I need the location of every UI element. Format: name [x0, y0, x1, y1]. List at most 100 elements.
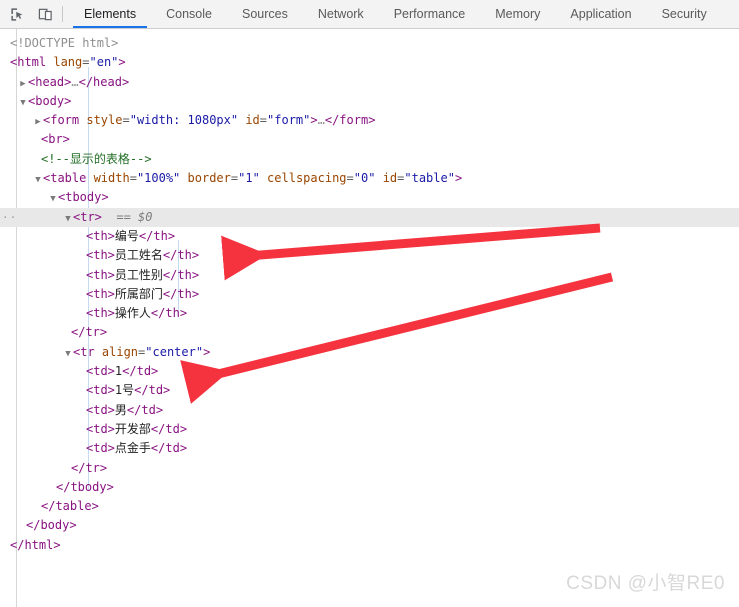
csdn-watermark: CSDN @小智RE0 [566, 573, 725, 594]
tr-close-1: </tr> [71, 325, 108, 340]
td-open-2: <td> [86, 402, 115, 417]
devtools-tab-bar: Elements Console Sources Network Perform… [69, 0, 722, 28]
th-text-1: 员工姓名 [114, 248, 163, 263]
html-close: </html> [10, 537, 61, 552]
tab-performance-label: Performance [393, 7, 466, 21]
td-open-1: <td> [86, 383, 115, 398]
td-text-2: 男 [114, 402, 127, 417]
doctype-text: <!DOCTYPE html> [10, 36, 119, 50]
head-ellipsis: … [71, 74, 79, 89]
tab-network[interactable]: Network [303, 0, 379, 28]
dom-line-tr-close-1[interactable]: </tr> [0, 323, 739, 342]
tab-sources[interactable]: Sources [227, 0, 303, 28]
form-attr-id-value: "form" [267, 113, 311, 128]
node-badge-dots[interactable]: ·· [2, 208, 17, 227]
dom-line-form[interactable]: ▶ <form style="width: 1080px" id="form">…… [0, 111, 739, 130]
tab-application-label: Application [570, 7, 632, 21]
dom-line-td-0[interactable]: <td>1</td> [0, 362, 739, 381]
td-close-3: </td> [150, 421, 188, 436]
body-close: </body> [26, 518, 77, 533]
comment-text: <!--显示的表格--> [41, 151, 152, 166]
dom-line-tr-selected[interactable]: ·· ▼ <tr> == $0 [0, 207, 739, 227]
eq-2: = [122, 113, 130, 128]
dom-line-table-close[interactable]: </table> [0, 497, 739, 516]
dom-line-tr2-open[interactable]: ▼ <tr align="center"> [0, 343, 739, 362]
td-open-3: <td> [86, 421, 115, 436]
form-attr-style-name: style [86, 113, 123, 128]
dom-line-th-3[interactable]: <th>所属部门</th> [0, 285, 739, 304]
tab-application[interactable]: Application [555, 0, 646, 28]
td-text-3: 开发部 [114, 421, 151, 436]
tab-elements-label: Elements [84, 7, 137, 21]
form-tag-open: <form [43, 113, 87, 128]
td-close-0: </td> [122, 364, 159, 379]
dom-line-html-open[interactable]: <html lang="en"> [0, 53, 739, 72]
td-close-2: </td> [126, 402, 164, 417]
tab-elements[interactable]: Elements [69, 0, 151, 28]
th-close-3: </th> [162, 286, 200, 301]
body-tag-open: <body> [28, 93, 72, 108]
th-close-4: </th> [150, 306, 188, 321]
form-attr-id-name: id [245, 113, 260, 128]
th-open-4: <th> [86, 306, 115, 321]
html-attr-lang-name: lang [53, 55, 83, 70]
dom-line-tbody-open[interactable]: ▼ <tbody> [0, 188, 739, 207]
eq-6: = [346, 171, 354, 186]
toolbar-divider [62, 6, 63, 22]
table-attr-id-name: id [382, 171, 398, 186]
dom-line-td-1[interactable]: <td>1号</td> [0, 381, 739, 400]
table-tag-gt: > [454, 171, 463, 186]
dom-line-body-close[interactable]: </body> [0, 516, 739, 535]
dom-line-th-0[interactable]: <th>编号</th> [0, 227, 739, 246]
dom-line-th-1[interactable]: <th>员工姓名</th> [0, 246, 739, 265]
tr-close-2: </tr> [71, 460, 108, 475]
sp-4 [375, 171, 382, 185]
table-attr-id-value: "table" [404, 171, 455, 186]
dom-line-tbody-close[interactable]: </tbody> [0, 478, 739, 497]
td-open-4: <td> [86, 441, 115, 456]
dom-line-html-close[interactable]: </html> [0, 536, 739, 555]
device-toolbar-icon[interactable] [34, 3, 56, 25]
th-text-4: 操作人 [114, 306, 151, 321]
eq-3: = [259, 113, 268, 128]
table-close: </table> [41, 499, 99, 514]
td-close-1: </td> [134, 383, 171, 398]
table-tag-open: <table [43, 171, 94, 186]
tab-security-label: Security [661, 7, 707, 21]
dom-line-body-open[interactable]: ▼ <body> [0, 92, 739, 111]
tab-console-label: Console [166, 7, 212, 21]
tr-tag-open: <tr> [73, 209, 102, 224]
td-close-4: </td> [150, 441, 188, 456]
tr2-tag-open: <tr [73, 344, 102, 359]
dom-line-td-4[interactable]: <td>点金手</td> [0, 439, 739, 458]
th-open-1: <th> [86, 248, 115, 263]
dom-line-br[interactable]: <br> [0, 130, 739, 149]
dom-line-td-3[interactable]: <td>开发部</td> [0, 420, 739, 439]
tab-memory-label: Memory [495, 7, 541, 21]
tbody-close: </tbody> [56, 479, 114, 494]
dom-line-head[interactable]: ▶ <head>…</head> [0, 73, 739, 92]
dom-line-tr-close-2[interactable]: </tr> [0, 459, 739, 478]
tab-performance[interactable]: Performance [379, 0, 481, 28]
dom-line-th-4[interactable]: <th>操作人</th> [0, 304, 739, 323]
inspect-element-icon[interactable] [6, 3, 28, 25]
dom-line-doctype[interactable]: <!DOCTYPE html> [0, 34, 739, 53]
tr2-attr-align-value: "center" [145, 344, 204, 359]
dom-line-table-open[interactable]: ▼ <table width="100%" border="1" cellspac… [0, 169, 739, 188]
table-attr-width-name: width [93, 171, 130, 186]
eq-1: = [82, 55, 90, 70]
tab-security[interactable]: Security [647, 0, 722, 28]
tab-console[interactable]: Console [151, 0, 227, 28]
form-attr-style-value: "width: 1080px" [129, 113, 239, 128]
tab-network-label: Network [317, 7, 364, 21]
dom-line-td-2[interactable]: <td>男</td> [0, 401, 739, 420]
table-attr-width-value: "100%" [136, 171, 181, 186]
dom-line-comment[interactable]: <!--显示的表格--> [0, 150, 739, 169]
th-open-2: <th> [86, 267, 115, 282]
tab-memory[interactable]: Memory [480, 0, 555, 28]
td-open-0: <td> [86, 364, 115, 379]
elements-dom-tree[interactable]: <!DOCTYPE html> <html lang="en"> ▶ <head>… [0, 29, 739, 607]
devtools-toolbar: Elements Console Sources Network Perform… [0, 0, 739, 29]
dom-line-th-2[interactable]: <th>员工性别</th> [0, 266, 739, 285]
form-ellipsis: … [317, 113, 325, 128]
